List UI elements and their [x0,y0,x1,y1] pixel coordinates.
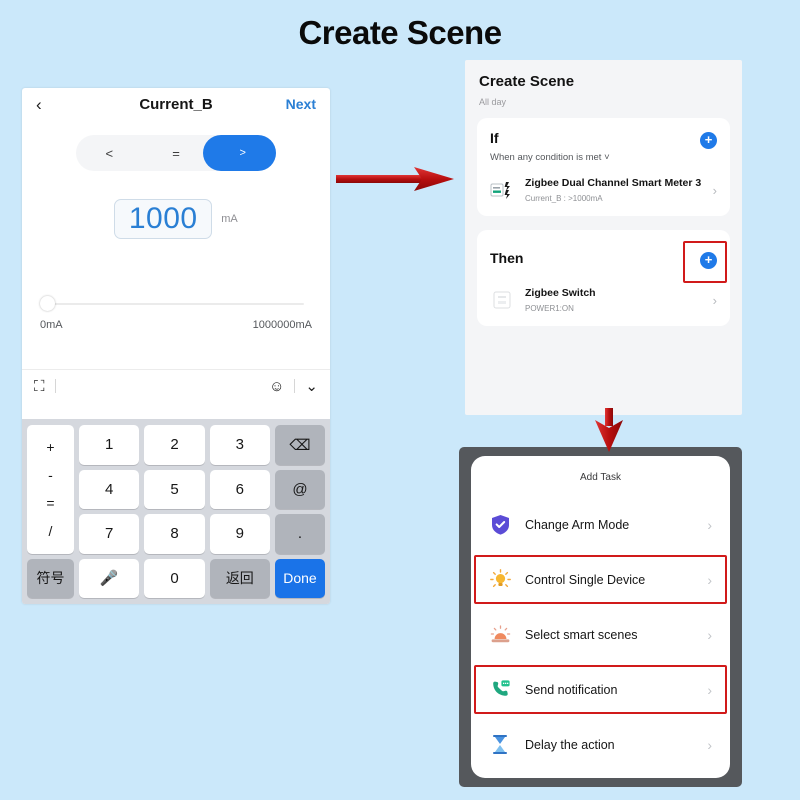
then-device-name: Zigbee Switch [525,287,596,299]
task-item-delay-the-action[interactable]: Delay the action › [471,717,730,772]
left-phone-screen: ‹ Current_B Next < = > 1000 mA 0mA 10000… [22,88,330,604]
key-slash[interactable]: / [49,523,53,539]
key-8[interactable]: 8 [144,514,205,554]
task-item-label: Select smart scenes [525,627,638,642]
key-4[interactable]: 4 [79,469,140,509]
add-task-screen: Add Task Change Arm Mode › Control Singl… [471,456,730,778]
key-7[interactable]: 7 [79,514,140,554]
if-device-detail: Current_B : >1000mA [525,194,603,203]
zigbee-switch-icon [490,289,516,311]
chevron-right-icon[interactable]: › [707,737,712,753]
task-item-change-arm-mode[interactable]: Change Arm Mode › [471,497,730,552]
arrow-to-scene-panel [336,167,454,191]
value-unit-label: mA [221,213,238,225]
ime-switcher-icon[interactable]: ⛶ [34,379,45,394]
key-equals[interactable]: = [46,495,54,511]
key-1[interactable]: 1 [79,425,140,465]
value-row: 1000 mA [22,199,330,239]
then-section-card: Then + Zigbee Switch POWER1:ON › [477,230,730,326]
key-symbols[interactable]: 符号 [27,558,74,598]
key-0[interactable]: 0 [144,558,205,598]
key-dot[interactable]: . [274,514,325,554]
task-item-label: Change Arm Mode [525,517,630,532]
key-at[interactable]: @ [274,469,325,509]
microphone-icon[interactable]: 🎤 [79,558,140,598]
then-section-title: Then [490,250,524,266]
hourglass-icon [489,734,511,756]
ime-divider-2 [294,379,296,393]
if-section-title: If [490,130,499,146]
scene-sunrise-icon [489,624,511,646]
comparator-option-less-than[interactable]: < [76,135,143,171]
comparator-option-greater-than[interactable]: > [209,135,276,171]
backspace-icon[interactable]: ⌫ [274,425,325,465]
key-6[interactable]: 6 [209,469,270,509]
key-plus[interactable]: + [46,439,54,455]
phone-message-icon [489,679,511,701]
numeric-keyboard[interactable]: + - = / 1 2 3 ⌫ 4 5 6 @ 7 8 9 . 符号 🎤 0 返… [22,419,330,604]
slider-labels: 0mA 1000000mA [40,319,312,331]
comparator-option-equal[interactable]: = [143,135,210,171]
chevron-down-icon[interactable]: ˅ [604,152,610,163]
then-add-plus-circle-icon[interactable]: + [700,252,717,269]
key-9[interactable]: 9 [209,514,270,554]
key-5[interactable]: 5 [144,469,205,509]
slider-max-label: 1000000mA [252,319,312,331]
task-item-send-notification[interactable]: Send notification › [471,662,730,717]
chevron-right-icon[interactable]: › [707,682,712,698]
scene-panel-header: Create Scene All day [465,60,742,107]
task-item-label: Send notification [525,682,618,697]
chevron-right-icon[interactable]: › [713,183,717,198]
comparator-segmented-control[interactable]: < = > [76,135,276,171]
if-add-plus-circle-icon[interactable]: + [700,132,717,149]
chevron-right-icon[interactable]: › [707,627,712,643]
add-task-phone: Add Task Change Arm Mode › Control Singl… [459,447,742,787]
shield-check-icon [489,514,511,536]
slider-knob[interactable] [40,296,55,311]
scene-panel-subtitle: All day [479,97,507,107]
bulb-icon [489,569,511,591]
key-return[interactable]: 返回 [209,558,270,598]
if-device-row[interactable]: Zigbee Dual Channel Smart Meter 3 Curren… [490,177,717,203]
chevron-left-icon[interactable]: ‹ [36,96,42,113]
chevron-down-icon[interactable]: ⌄ [305,379,318,394]
slider-min-label: 0mA [40,319,63,331]
create-scene-panel: Create Scene All day If When any conditi… [465,60,742,415]
if-condition-mode-label: When any condition is met [490,152,602,163]
emoji-icon[interactable]: ☺ [269,379,284,394]
chevron-right-icon[interactable]: › [707,517,712,533]
ime-toolbar: ⛶ ☺ ⌄ [22,369,330,402]
current-value-input[interactable]: 1000 [114,199,213,239]
if-section-card: If When any condition is met ˅ + Zigbee … [477,118,730,216]
chevron-right-icon[interactable]: › [707,572,712,588]
task-item-control-single-device[interactable]: Control Single Device › [471,552,730,607]
add-task-title: Add Task [580,472,621,483]
if-device-name: Zigbee Dual Channel Smart Meter 3 [525,177,702,189]
arrow-to-add-task [595,408,623,452]
then-device-detail: POWER1:ON [525,304,574,313]
ime-divider [54,379,56,393]
scene-panel-title: Create Scene [479,73,575,90]
key-minus[interactable]: - [48,467,53,483]
key-operators[interactable]: + - = / [27,425,74,554]
key-done[interactable]: Done [274,558,325,598]
key-3[interactable]: 3 [209,425,270,465]
task-item-select-smart-scenes[interactable]: Select smart scenes › [471,607,730,662]
task-item-label: Control Single Device [525,572,646,587]
if-section-subtitle[interactable]: When any condition is met ˅ [490,152,717,163]
key-2[interactable]: 2 [144,425,205,465]
smart-meter-icon [490,179,516,201]
value-slider[interactable]: 0mA 1000000mA [22,296,330,331]
slider-track[interactable] [40,296,304,311]
add-task-list: Change Arm Mode › Control Single Device … [471,497,730,772]
chevron-right-icon[interactable]: › [713,293,717,308]
page-title: Create Scene [298,14,502,51]
left-nav-bar: ‹ Current_B Next [22,88,330,120]
then-device-row[interactable]: Zigbee Switch POWER1:ON › [490,287,717,313]
next-button[interactable]: Next [286,96,316,112]
left-nav-title: Current_B [139,95,213,113]
task-item-label: Delay the action [525,737,615,752]
